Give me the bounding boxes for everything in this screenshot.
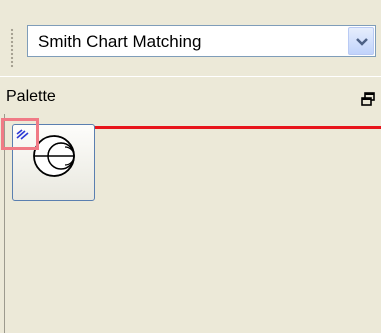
combo-selected-value: Smith Chart Matching	[38, 32, 202, 51]
window-root: Smith Chart Matching Palette	[0, 0, 381, 333]
toolbar: Smith Chart Matching	[0, 10, 381, 76]
palette-title: Palette	[6, 88, 56, 105]
chevron-down-icon	[356, 38, 368, 46]
template-combo-box[interactable]: Smith Chart Matching	[27, 25, 376, 57]
combo-dropdown-button[interactable]	[348, 27, 374, 55]
restore-window-icon[interactable]	[360, 91, 376, 107]
highlight-marker	[1, 118, 39, 150]
divider	[0, 76, 381, 77]
palette-header: Palette	[0, 84, 381, 112]
toolbar-grip-handle[interactable]	[10, 28, 14, 68]
